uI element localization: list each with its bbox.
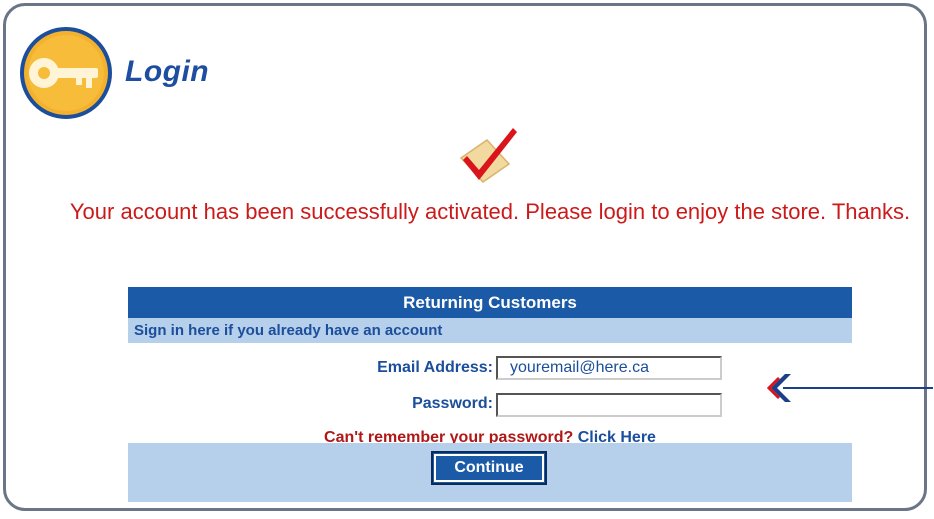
panel-subtitle: Sign in here if you already have an acco… [128,318,852,343]
email-field[interactable] [496,356,722,380]
login-form: Email Address: Password: Can't remember … [128,343,852,446]
login-panel: Returning Customers Sign in here if you … [128,287,852,502]
email-label: Email Address: [377,359,493,376]
activation-message: Your account has been successfully activ… [69,199,911,224]
password-field[interactable] [496,393,722,417]
panel-footer: Continue [128,443,852,502]
checkmark-icon [459,128,517,183]
continue-button[interactable]: Continue [431,451,547,485]
password-label: Password: [412,395,493,412]
panel-title: Returning Customers [128,287,852,318]
key-icon [20,27,112,119]
arrow-pointer-icon [766,374,933,402]
page-title: Login [125,55,210,88]
